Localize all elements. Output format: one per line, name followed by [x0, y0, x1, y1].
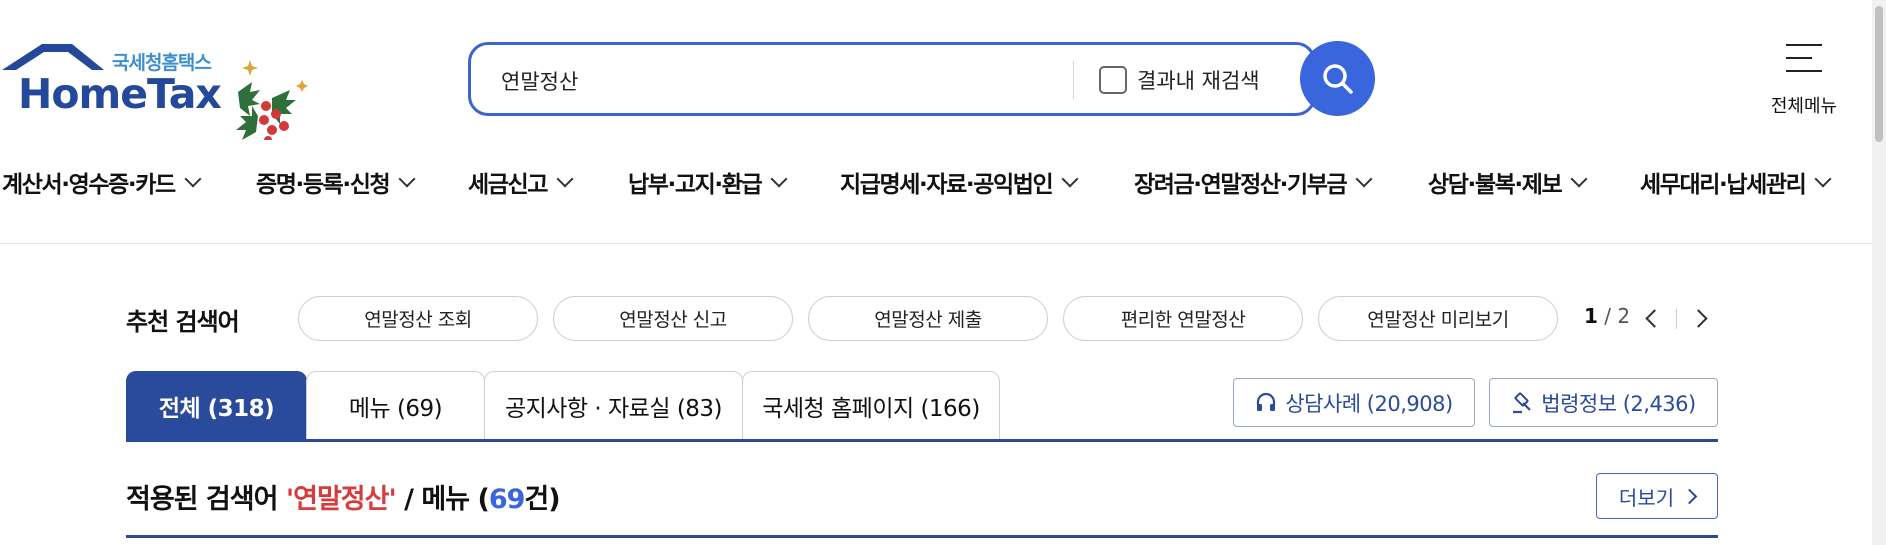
result-underline — [126, 535, 1718, 538]
recommend-chip[interactable]: 연말정산 미리보기 — [1318, 296, 1558, 341]
more-button[interactable]: 더보기 — [1596, 473, 1718, 519]
result-count: 69 — [488, 484, 526, 515]
search-divider — [1073, 61, 1074, 99]
headset-icon — [1257, 392, 1276, 411]
more-label: 더보기 — [1618, 485, 1675, 510]
tab-all[interactable]: 전체 (318) — [126, 371, 307, 439]
gnb-item-statement[interactable]: 지급명세·자료·공익법인 — [840, 160, 1079, 204]
chevron-right-icon — [1689, 309, 1708, 328]
all-menu-button[interactable]: 전체메뉴 — [1760, 40, 1848, 120]
gnb-item-agent[interactable]: 세무대리·납세관리 — [1640, 160, 1832, 204]
chevron-down-icon — [184, 170, 202, 188]
recommend-chip[interactable]: 연말정산 신고 — [553, 296, 793, 341]
hamburger-icon — [1786, 44, 1822, 83]
gnb-item-consult[interactable]: 상담·불복·제보 — [1428, 160, 1588, 204]
chevron-down-icon — [1814, 170, 1832, 188]
recommend-chip[interactable]: 편리한 연말정산 — [1063, 296, 1303, 341]
gnb-label: 장려금·연말정산·기부금 — [1134, 172, 1348, 198]
gnb-divider — [0, 243, 1872, 244]
recommend-chip[interactable]: 연말정산 제출 — [808, 296, 1048, 341]
result-heading: 적용된 검색어 '연말정산' / 메뉴 (69건) — [126, 477, 561, 516]
research-label: 결과내 재검색 — [1137, 69, 1260, 93]
main-navigation: 계산서·영수증·카드 증명·등록·신청 세금신고 납부·고지·환급 지급명세·자… — [0, 160, 1860, 204]
chevron-right-icon — [1681, 488, 1698, 504]
research-checkbox-label[interactable]: 결과내 재검색 — [1099, 63, 1260, 97]
gnb-label: 지급명세·자료·공익법인 — [840, 172, 1054, 198]
recommend-chip[interactable]: 연말정산 조회 — [298, 296, 538, 341]
tab-menu[interactable]: 메뉴 (69) — [306, 371, 485, 439]
gnb-item-payment[interactable]: 납부·고지·환급 — [628, 160, 788, 204]
chevron-down-icon — [1570, 170, 1588, 188]
next-page-button[interactable] — [1689, 307, 1714, 331]
recommend-pager: 1 / 2 — [1584, 304, 1630, 328]
chevron-down-icon — [1355, 170, 1373, 188]
pager-total: 2 — [1617, 304, 1631, 328]
result-prefix: 적용된 검색어 — [126, 484, 286, 515]
pager-divider — [1676, 309, 1677, 329]
pager-current: 1 — [1584, 304, 1598, 328]
search-button[interactable] — [1300, 41, 1375, 116]
gnb-label: 계산서·영수증·카드 — [2, 172, 176, 198]
result-middle: / 메뉴 ( — [395, 484, 490, 515]
tab-nts-homepage[interactable]: 국세청 홈페이지 (166) — [742, 371, 1000, 439]
consult-cases-label: 상담사례 (20,908) — [1285, 391, 1453, 416]
result-suffix: 건) — [524, 484, 560, 515]
gnb-label: 세무대리·납세관리 — [1640, 172, 1807, 198]
page-scrollbar[interactable] — [1872, 0, 1886, 545]
gnb-label: 납부·고지·환급 — [628, 172, 763, 198]
gnb-label: 증명·등록·신청 — [256, 172, 391, 198]
scrollbar-thumb[interactable] — [1875, 6, 1883, 142]
recommend-title: 추천 검색어 — [126, 308, 240, 336]
tab-notice[interactable]: 공지사항 · 자료실 (83) — [484, 371, 743, 439]
law-info-label: 법령정보 (2,436) — [1541, 391, 1696, 416]
chevron-down-icon — [556, 170, 574, 188]
gnb-label: 상담·불복·제보 — [1428, 172, 1563, 198]
gavel-icon — [1513, 392, 1532, 413]
gnb-label: 세금신고 — [468, 172, 548, 198]
chevron-down-icon — [1061, 170, 1079, 188]
pager-separator: / — [1604, 304, 1618, 328]
tabs-underline — [126, 439, 1718, 442]
search-icon — [1322, 63, 1353, 94]
gnb-item-incentive[interactable]: 장려금·연말정산·기부금 — [1134, 160, 1373, 204]
all-menu-label: 전체메뉴 — [1770, 96, 1838, 117]
hometax-logo[interactable]: 국세청홈택스 HomeTax — [0, 40, 320, 140]
search-box: 결과내 재검색 — [468, 42, 1316, 116]
law-info-button[interactable]: 법령정보 (2,436) — [1489, 378, 1718, 427]
consult-cases-button[interactable]: 상담사례 (20,908) — [1233, 378, 1475, 427]
chevron-down-icon — [398, 170, 416, 188]
search-input[interactable] — [501, 63, 1021, 99]
research-checkbox[interactable] — [1099, 66, 1127, 94]
chevron-left-icon — [1645, 309, 1664, 328]
chevron-down-icon — [770, 170, 788, 188]
gnb-item-invoice[interactable]: 계산서·영수증·카드 — [2, 160, 202, 204]
prev-page-button[interactable] — [1640, 307, 1664, 331]
logo-big-text: HomeTax — [18, 70, 222, 118]
result-keyword: '연말정산' — [285, 484, 397, 515]
gnb-item-certificate[interactable]: 증명·등록·신청 — [256, 160, 416, 204]
gnb-item-tax-report[interactable]: 세금신고 — [468, 160, 574, 204]
